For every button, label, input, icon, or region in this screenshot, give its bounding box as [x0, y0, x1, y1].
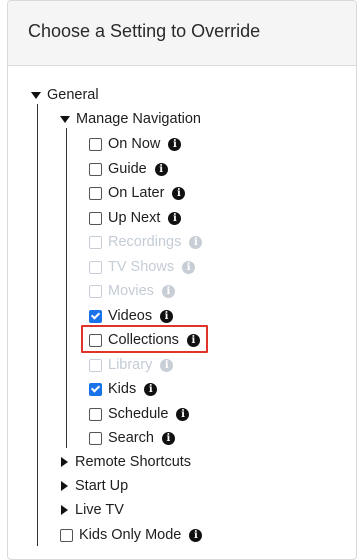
tree-node-manage-navigation[interactable]: Manage Navigation	[60, 109, 201, 129]
option-checkbox[interactable]	[89, 162, 102, 176]
tree-node-general[interactable]: General	[31, 85, 99, 105]
kids-only-mode-checkbox[interactable]	[60, 528, 73, 542]
option-checkbox[interactable]	[89, 137, 102, 151]
info-icon[interactable]: i	[176, 407, 190, 421]
tree-node-label: Manage Navigation	[76, 111, 201, 127]
expanded-caret-icon[interactable]	[60, 115, 70, 123]
tree-node-label: Start Up	[75, 478, 129, 494]
option-label: Library	[108, 357, 153, 373]
general-tree-line	[37, 104, 38, 546]
option-label: TV Shows	[108, 259, 175, 275]
option-label: Kids	[108, 381, 137, 397]
info-icon[interactable]: i	[172, 186, 186, 200]
option-label: Movies	[108, 283, 154, 299]
info-icon[interactable]: i	[144, 382, 158, 396]
option-checkbox[interactable]	[89, 431, 102, 445]
nav-option-search[interactable]: Search i	[89, 428, 175, 448]
info-icon[interactable]: i	[161, 431, 175, 445]
option-label: Recordings	[108, 234, 182, 250]
collapsed-caret-icon[interactable]	[61, 481, 68, 491]
nav-option-tv-shows: TV Shows i	[89, 257, 196, 277]
option-label: Schedule	[108, 406, 169, 422]
info-icon[interactable]: i	[189, 235, 203, 249]
option-checkbox[interactable]	[89, 407, 102, 421]
collapsed-caret-icon[interactable]	[61, 457, 68, 467]
collections-highlight-box	[81, 325, 208, 353]
info-icon[interactable]: i	[161, 284, 175, 298]
option-label: Videos	[108, 308, 153, 324]
tree-node-live-tv[interactable]: Live TV	[60, 500, 124, 520]
info-icon[interactable]: i	[182, 260, 196, 274]
tree-node-label: General	[47, 87, 99, 103]
option-checkbox	[89, 284, 102, 298]
panel-header: Choose a Setting to Override	[8, 1, 356, 66]
info-icon[interactable]: i	[189, 528, 203, 542]
panel-title: Choose a Setting to Override	[28, 21, 261, 41]
option-label: On Now	[108, 136, 161, 152]
option-checkbox	[89, 260, 102, 274]
tree-node-start-up[interactable]: Start Up	[60, 476, 128, 496]
info-icon[interactable]: i	[154, 162, 168, 176]
option-checkbox[interactable]	[89, 211, 102, 225]
tree-node-remote-shortcuts[interactable]: Remote Shortcuts	[60, 452, 191, 472]
option-checkbox	[89, 358, 102, 372]
manage-navigation-tree-line	[66, 128, 67, 448]
info-icon[interactable]: i	[160, 358, 174, 372]
nav-option-kids[interactable]: Kids i	[89, 379, 158, 399]
option-label: Search	[108, 430, 154, 446]
option-label: On Later	[108, 185, 165, 201]
option-checkbox[interactable]	[89, 309, 102, 323]
nav-option-schedule[interactable]: Schedule i	[89, 404, 190, 424]
nav-option-recordings: Recordings i	[89, 232, 203, 252]
info-icon[interactable]: i	[160, 309, 174, 323]
nav-option-on-later[interactable]: On Later i	[89, 183, 186, 203]
option-checkbox[interactable]	[89, 186, 102, 200]
tree-node-label: Live TV	[75, 502, 124, 518]
kids-only-mode-option[interactable]: Kids Only Mode i	[60, 525, 203, 545]
nav-option-on-now[interactable]: On Now i	[89, 134, 182, 154]
option-label: Kids Only Mode	[79, 527, 182, 543]
option-checkbox[interactable]	[89, 382, 102, 396]
nav-option-videos[interactable]: Videos i	[89, 306, 174, 326]
collapsed-caret-icon[interactable]	[61, 505, 68, 515]
expanded-caret-icon[interactable]	[31, 91, 41, 99]
tree-node-label: Remote Shortcuts	[75, 454, 192, 470]
option-label: Guide	[108, 161, 147, 177]
option-checkbox	[89, 235, 102, 249]
nav-option-up-next[interactable]: Up Next i	[89, 208, 182, 228]
nav-option-library: Library i	[89, 355, 174, 375]
info-icon[interactable]: i	[168, 211, 182, 225]
info-icon[interactable]: i	[168, 137, 182, 151]
nav-option-movies: Movies i	[89, 281, 175, 301]
nav-option-guide[interactable]: Guide i	[89, 159, 168, 179]
option-label: Up Next	[108, 210, 161, 226]
